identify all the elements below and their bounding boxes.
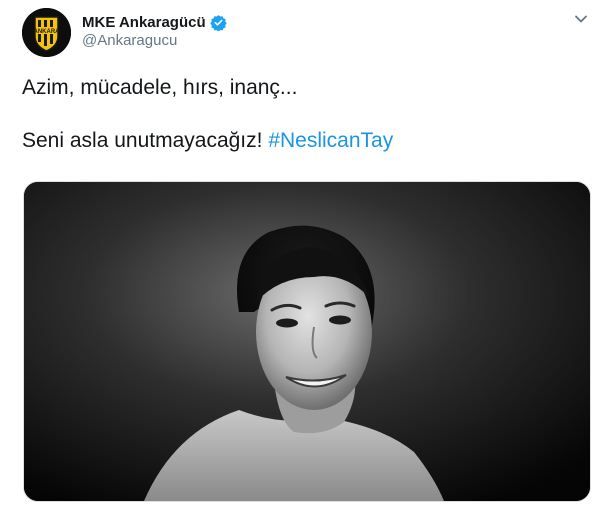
club-crest-icon: ANKARA: [22, 8, 71, 57]
tweet-media-photo[interactable]: [23, 181, 591, 502]
display-name[interactable]: MKE Ankaragücü: [82, 14, 206, 31]
verified-badge-icon: [209, 14, 227, 31]
chevron-down-icon[interactable]: [572, 10, 590, 28]
svg-text:ANKARA: ANKARA: [34, 29, 61, 35]
tweet-text: Seni asla unutmayacağız!: [22, 129, 269, 152]
avatar[interactable]: ANKARA: [22, 8, 71, 57]
tweet-text-line-2: Seni asla unutmayacağız! #NeslicanTay: [22, 129, 393, 153]
author-handle[interactable]: @Ankaragucu: [82, 32, 177, 49]
portrait-photo: [24, 182, 590, 501]
hashtag-link[interactable]: #NeslicanTay: [268, 129, 393, 152]
tweet-text-line-1: Azim, mücadele, hırs, inanç...: [22, 76, 298, 99]
author-name-row[interactable]: MKE Ankaragücü: [82, 12, 227, 32]
